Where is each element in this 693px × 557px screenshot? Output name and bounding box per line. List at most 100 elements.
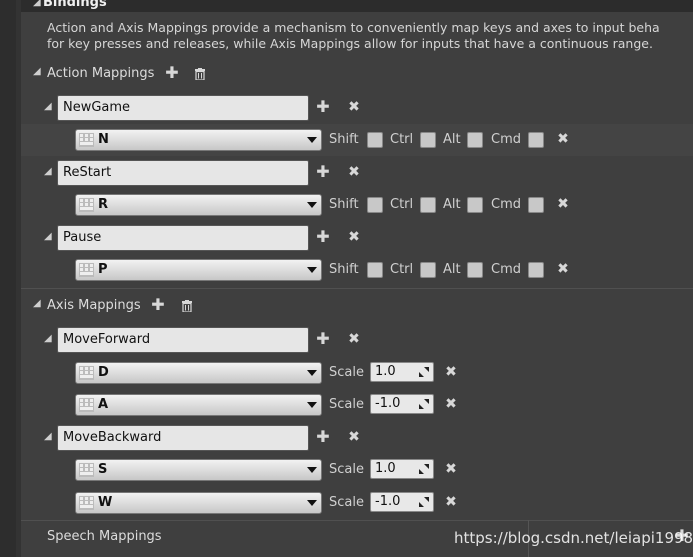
key-selector-r[interactable]: R [75,194,322,216]
remove-action-x-icon[interactable]: ✖ [346,229,362,245]
remove-key-x-icon[interactable]: ✖ [443,364,459,380]
scale-value: -1.0 [375,494,401,509]
drag-spin-icon[interactable] [418,496,430,508]
remove-key-x-icon[interactable]: ✖ [555,131,571,147]
keyboard-icon [79,398,94,412]
scale-input[interactable]: 1.0 [370,362,434,382]
key-value: R [98,197,109,212]
speech-mappings-label: Speech Mappings [47,529,162,544]
modifier-cmd-label: Cmd [491,262,521,277]
scale-input[interactable]: 1.0 [370,459,434,479]
key-value: A [98,397,109,412]
axis-name-input-movebackward[interactable]: MoveBackward [57,425,309,451]
cmd-checkbox[interactable] [528,197,544,213]
pause-collapse-icon[interactable]: ◢ [44,231,52,242]
axis-name-input-moveforward[interactable]: MoveForward [57,327,309,353]
moveforward-collapse-icon[interactable]: ◢ [44,333,52,344]
key-value: P [98,262,108,277]
drag-spin-icon[interactable] [418,366,430,378]
scale-value: 1.0 [375,364,396,379]
key-value: W [98,495,113,510]
add-key-plus-icon[interactable]: ✚ [315,429,331,445]
ctrl-checkbox[interactable] [420,197,436,213]
add-axis-mapping-plus-icon[interactable]: ✚ [150,297,166,313]
remove-key-x-icon[interactable]: ✖ [443,494,459,510]
cmd-checkbox[interactable] [528,262,544,278]
keyboard-icon [79,198,94,212]
add-key-plus-icon[interactable]: ✚ [315,331,331,347]
shift-checkbox[interactable] [367,262,383,278]
modifier-cmd-label: Cmd [491,132,521,147]
dropdown-arrow-icon [307,202,317,208]
remove-key-x-icon[interactable]: ✖ [555,196,571,212]
keyboard-icon [79,496,94,510]
key-selector-a[interactable]: A [75,394,322,416]
keyboard-icon [79,366,94,380]
key-selector-p[interactable]: P [75,259,322,281]
axis-mappings-collapse-icon[interactable]: ◢ [33,298,41,309]
modifier-shift-label: Shift [329,197,359,212]
section-title: Bindings [43,0,107,10]
keyboard-icon [79,263,94,277]
description-line-2: for key presses and releases, while Axis… [47,36,653,51]
newgame-collapse-icon[interactable]: ◢ [44,101,52,112]
action-name-input-newgame[interactable]: NewGame [57,95,309,121]
action-mappings-collapse-icon[interactable]: ◢ [33,66,41,77]
alt-checkbox[interactable] [467,132,483,148]
shift-checkbox[interactable] [367,132,383,148]
remove-key-x-icon[interactable]: ✖ [443,461,459,477]
add-action-mapping-plus-icon[interactable]: ✚ [164,65,180,81]
remove-axis-x-icon[interactable]: ✖ [346,331,362,347]
dropdown-arrow-icon [307,467,317,473]
axis-mappings-label: Axis Mappings [47,298,141,313]
dropdown-arrow-icon [307,137,317,143]
scale-label: Scale [329,397,364,412]
add-key-plus-icon[interactable]: ✚ [315,99,331,115]
remove-action-x-icon[interactable]: ✖ [346,164,362,180]
dropdown-arrow-icon [307,267,317,273]
add-key-plus-icon[interactable]: ✚ [315,164,331,180]
shift-checkbox[interactable] [367,197,383,213]
key-value: D [98,365,109,380]
clear-action-mappings-trash-icon[interactable] [195,65,205,84]
movebackward-collapse-icon[interactable]: ◢ [44,431,52,442]
key-selector-w[interactable]: W [75,492,322,514]
alt-checkbox[interactable] [467,197,483,213]
bindings-section-header[interactable]: ◢ Bindings [21,0,693,12]
drag-spin-icon[interactable] [418,398,430,410]
left-gutter-inner [16,0,21,557]
dropdown-arrow-icon [307,500,317,506]
key-selector-s[interactable]: S [75,459,322,481]
action-mappings-label: Action Mappings [47,66,155,81]
divider [21,288,693,289]
modifier-alt-label: Alt [443,262,461,277]
scale-input[interactable]: -1.0 [370,492,434,512]
dropdown-arrow-icon [307,370,317,376]
restart-collapse-icon[interactable]: ◢ [44,166,52,177]
scale-label: Scale [329,462,364,477]
collapse-arrow-icon[interactable]: ◢ [33,0,41,8]
ctrl-checkbox[interactable] [420,132,436,148]
modifier-shift-label: Shift [329,132,359,147]
clear-axis-mappings-trash-icon[interactable] [182,297,192,316]
remove-axis-x-icon[interactable]: ✖ [346,429,362,445]
drag-spin-icon[interactable] [418,463,430,475]
scale-input[interactable]: -1.0 [370,394,434,414]
ctrl-checkbox[interactable] [420,262,436,278]
action-name-input-restart[interactable]: ReStart [57,160,309,186]
key-selector-n[interactable]: N [75,129,322,151]
remove-key-x-icon[interactable]: ✖ [555,261,571,277]
modifier-ctrl-label: Ctrl [390,197,414,212]
dropdown-arrow-icon [307,402,317,408]
remove-key-x-icon[interactable]: ✖ [443,396,459,412]
scale-label: Scale [329,365,364,380]
scale-label: Scale [329,495,364,510]
add-key-plus-icon[interactable]: ✚ [315,229,331,245]
cmd-checkbox[interactable] [528,132,544,148]
alt-checkbox[interactable] [467,262,483,278]
watermark: https://blog.csdn.net/leiapi1998 [454,529,693,547]
remove-action-x-icon[interactable]: ✖ [346,99,362,115]
key-selector-d[interactable]: D [75,362,322,384]
action-name-input-pause[interactable]: Pause [57,225,309,251]
keyboard-icon [79,133,94,147]
